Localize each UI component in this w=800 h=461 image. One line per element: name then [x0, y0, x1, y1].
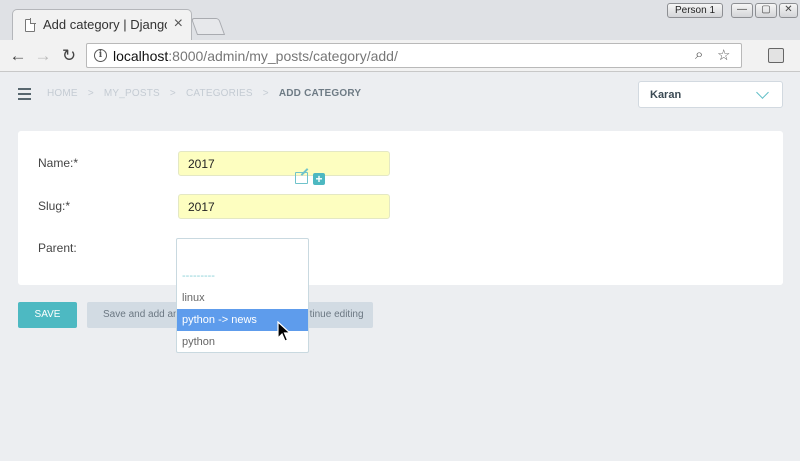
menu-icon[interactable]: [18, 88, 31, 103]
slug-field[interactable]: [178, 194, 390, 219]
name-field[interactable]: [178, 151, 390, 176]
browser-toolbar: ← → ↻ i localhost:8000/admin/my_posts/ca…: [0, 40, 800, 72]
breadcrumb: HOME > MY_POSTS > CATEGORIES > ADD CATEGORY: [47, 88, 361, 99]
name-label: Name:*: [38, 156, 79, 170]
maximize-button[interactable]: ▢: [755, 3, 777, 18]
breadcrumb-separator: >: [87, 88, 94, 99]
reload-icon[interactable]: ↻: [57, 44, 81, 68]
slug-label: Slug:*: [38, 199, 71, 213]
breadcrumb-home[interactable]: HOME: [47, 88, 78, 99]
edit-related-icon[interactable]: [295, 172, 308, 184]
profile-button[interactable]: Person 1: [667, 3, 723, 18]
browser-titlebar: Add category | Django site admin × Perso…: [0, 0, 800, 40]
address-bar[interactable]: i localhost:8000/admin/my_posts/category…: [86, 43, 742, 68]
breadcrumb-app[interactable]: MY_POSTS: [104, 88, 160, 99]
zoom-icon[interactable]: ⌕: [695, 46, 703, 63]
breadcrumb-separator: >: [169, 88, 176, 99]
minimize-button[interactable]: —: [731, 3, 753, 18]
close-window-button[interactable]: ✕: [779, 3, 798, 18]
add-related-icon[interactable]: +: [313, 173, 325, 185]
admin-page: HOME > MY_POSTS > CATEGORIES > ADD CATEGORY Ka…: [0, 73, 800, 461]
chevron-down-icon: [756, 86, 769, 99]
dropdown-option[interactable]: linux: [177, 287, 308, 309]
breadcrumb-separator: >: [262, 88, 269, 99]
dropdown-option-empty[interactable]: ---------: [177, 265, 308, 287]
back-arrow-icon[interactable]: ←: [6, 44, 30, 68]
breadcrumb-current: ADD CATEGORY: [278, 88, 362, 99]
url-text: localhost:8000/admin/my_posts/category/a…: [113, 48, 398, 64]
user-name: Karan: [650, 89, 682, 101]
breadcrumb-model[interactable]: CATEGORIES: [186, 88, 253, 99]
extension-icon[interactable]: [768, 48, 784, 63]
bookmark-star-icon[interactable]: ☆: [717, 46, 730, 64]
mouse-cursor-icon: [277, 321, 292, 342]
form-card: Name:* Slug:* Parent:: [18, 131, 783, 285]
save-button[interactable]: SAVE: [18, 302, 77, 328]
new-tab-button[interactable]: [190, 18, 226, 35]
browser-tab[interactable]: Add category | Django site admin ×: [12, 9, 192, 40]
forward-arrow-icon[interactable]: →: [31, 44, 55, 68]
tab-title: Add category | Django site admin: [43, 17, 167, 32]
user-menu-select[interactable]: Karan: [638, 81, 783, 108]
parent-label: Parent:: [38, 241, 77, 255]
info-icon[interactable]: i: [94, 49, 107, 62]
page-icon: [25, 18, 36, 32]
tab-close-icon[interactable]: ×: [174, 16, 183, 32]
